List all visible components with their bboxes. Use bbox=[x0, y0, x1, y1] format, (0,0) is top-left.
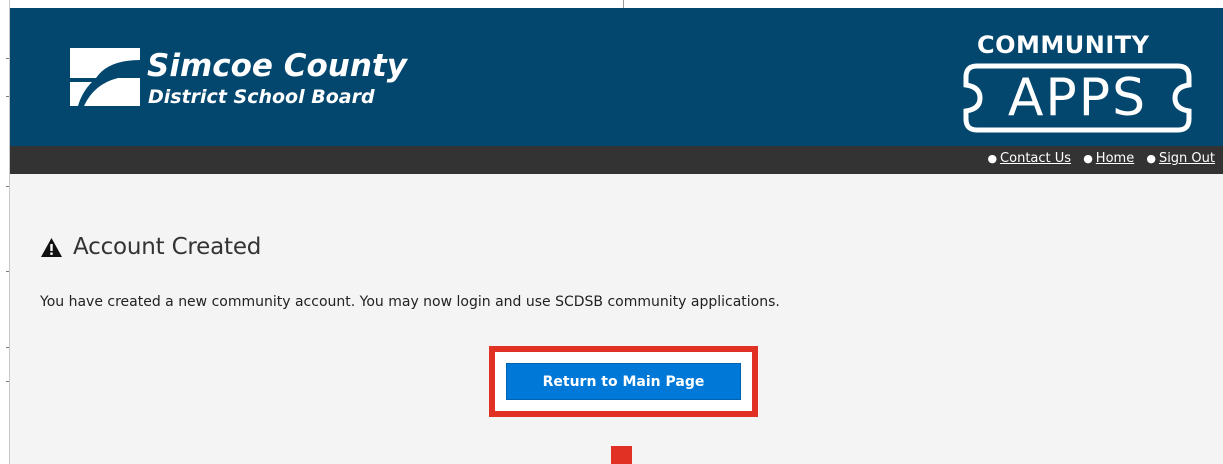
top-navbar: ● Contact Us ● Home ● Sign Out bbox=[10, 146, 1223, 174]
page-heading: Account Created bbox=[40, 234, 261, 260]
brand-name[interactable]: Simcoe County bbox=[147, 50, 407, 82]
site-header: Simcoe County District School Board COMM… bbox=[10, 8, 1223, 146]
rule-tick bbox=[6, 186, 9, 187]
browser-viewport: Simcoe County District School Board COMM… bbox=[0, 0, 1223, 464]
nav-contact-us-link[interactable]: Contact Us bbox=[1000, 151, 1071, 166]
nav-sign-out-link[interactable]: Sign Out bbox=[1159, 151, 1215, 166]
top-edge-mark bbox=[623, 0, 624, 8]
left-edge-rule bbox=[0, 0, 10, 464]
rule-tick bbox=[6, 271, 9, 272]
top-edge-strip bbox=[0, 0, 1223, 8]
bullet-icon: ● bbox=[1146, 152, 1156, 165]
warning-triangle-icon bbox=[41, 237, 62, 257]
bullet-icon: ● bbox=[987, 152, 998, 165]
apps-wordmark: APPS bbox=[1007, 68, 1148, 128]
rule-tick bbox=[6, 96, 9, 97]
brand-subtitle[interactable]: District School Board bbox=[148, 86, 375, 108]
nav-links: ● Contact Us ● Home ● Sign Out bbox=[987, 151, 1223, 166]
bullet-icon: ● bbox=[1083, 152, 1093, 165]
page-title: Account Created bbox=[73, 234, 262, 260]
scdsb-logo-icon[interactable] bbox=[68, 46, 142, 108]
arrow-marker bbox=[611, 446, 632, 464]
confirmation-message: You have created a new community account… bbox=[40, 294, 780, 310]
nav-home-link[interactable]: Home bbox=[1096, 151, 1134, 166]
rule-tick bbox=[6, 381, 9, 382]
return-to-main-page-button[interactable]: Return to Main Page bbox=[506, 363, 741, 400]
rule-tick bbox=[6, 58, 9, 59]
button-highlight-box: Return to Main Page bbox=[489, 346, 758, 417]
community-apps-label: COMMUNITY bbox=[977, 31, 1150, 59]
main-content: Account Created You have created a new c… bbox=[10, 174, 1223, 464]
rule-tick bbox=[6, 347, 9, 348]
apps-ticket-logo: APPS bbox=[963, 63, 1192, 133]
